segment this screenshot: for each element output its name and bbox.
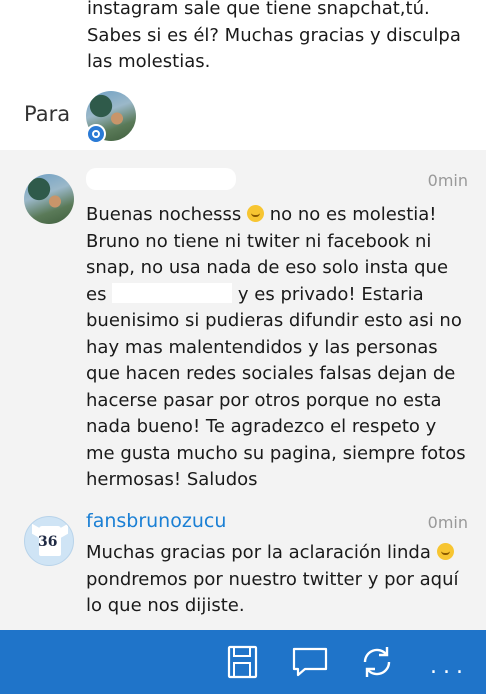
message-time: 0min (427, 513, 468, 532)
message-body: Buenas nochesss no no es molestia! Bruno… (86, 204, 466, 490)
sender-name[interactable]: fansbrunozucu (86, 510, 226, 532)
sync-icon (363, 647, 391, 677)
app-bar: ... (0, 630, 486, 694)
fansbrunozucu-avatar[interactable]: 36 (24, 516, 74, 566)
smile-emoji-icon (247, 205, 265, 222)
redacted-sender-name (86, 168, 236, 190)
previous-message-text: instagram sale que tiene snapchat,tú. Sa… (87, 0, 461, 72)
message-body: Muchas gracias por la aclaración linda p… (86, 542, 459, 616)
instagram-badge-icon (86, 124, 106, 144)
sender-avatar-photo (24, 174, 74, 224)
sender-avatar[interactable] (24, 174, 74, 224)
recipient-label: Para (24, 102, 71, 126)
recipient-row: Para (0, 88, 486, 144)
reply-icon (292, 647, 328, 677)
redacted-handle (112, 282, 233, 303)
smile-emoji-icon (436, 543, 454, 560)
more-icon: ... (430, 654, 469, 679)
sync-button[interactable] (357, 644, 397, 680)
message-thread[interactable]: 0min Buenas nochesss no no es molestia! … (0, 150, 486, 630)
reply-button[interactable] (290, 644, 330, 680)
save-icon (227, 645, 258, 679)
more-button[interactable]: ... (424, 644, 464, 680)
previous-message: instagram sale que tiene snapchat,tú. Sa… (0, 0, 486, 150)
jersey-number: 36 (38, 534, 58, 550)
save-button[interactable] (222, 644, 262, 680)
message-time: 0min (427, 171, 468, 190)
